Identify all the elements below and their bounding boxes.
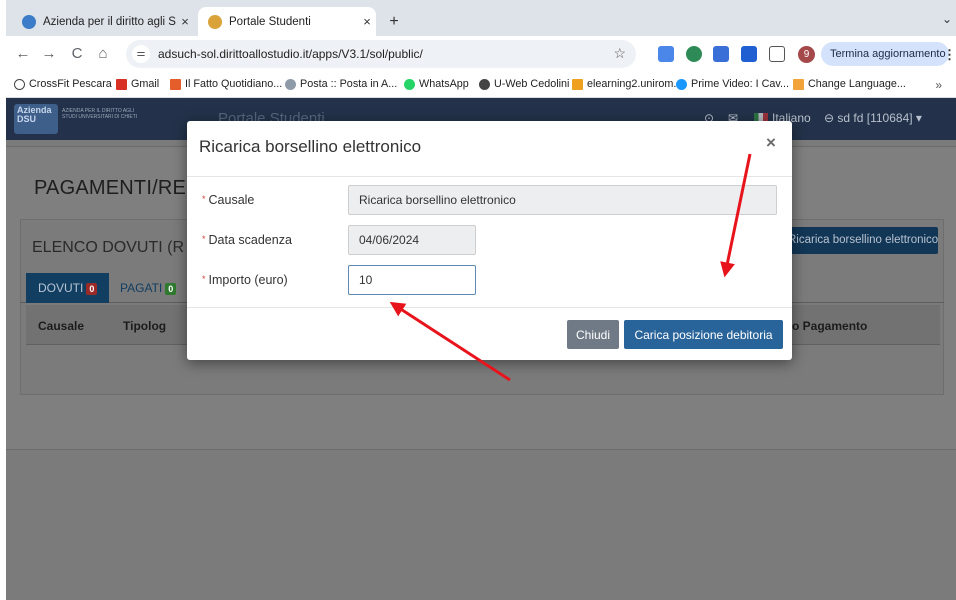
tab-strip: Azienda per il diritto agli Stud × Porta… [6, 0, 956, 36]
tab-close-icon[interactable]: × [358, 14, 376, 29]
recharge-wallet-button[interactable]: Ricarica borsellino elettronico [778, 227, 938, 254]
bookmark-item[interactable]: Posta :: Posta in A... [285, 78, 397, 90]
browser-toolbar: ← → C ⌂ ⚌ adsuch-sol.dirittoallostudio.i… [6, 36, 956, 72]
bookmark-item[interactable]: Change Language... [793, 78, 906, 90]
count-badge: 0 [86, 283, 98, 295]
address-bar[interactable]: ⚌ adsuch-sol.dirittoallostudio.it/apps/V… [126, 40, 636, 68]
logo-caption: AZIENDA PER IL DIRITTO AGLI STUDI UNIVER… [62, 108, 138, 120]
user-icon: ⊖ [824, 111, 835, 125]
bookmark-item[interactable]: Gmail [116, 78, 159, 90]
tab-title: Portale Studenti [229, 15, 311, 28]
required-mark: * [202, 274, 206, 284]
importo-row: * Importo (euro) [187, 265, 792, 297]
new-tab-button[interactable]: + [383, 11, 405, 33]
back-icon[interactable]: ← [14, 45, 32, 63]
bookmark-star-icon[interactable]: ☆ [613, 45, 626, 62]
importo-label: * Importo (euro) [202, 273, 288, 287]
column-header: Tipolog [123, 319, 167, 333]
bookmarks-bar: CrossFit Pescara Gmail Il Fatto Quotidia… [6, 72, 956, 98]
tab-title: Azienda per il diritto agli Stud [43, 15, 176, 28]
count-badge: 0 [165, 283, 177, 295]
page-title: PAGAMENTI/REST [34, 177, 213, 199]
reload-icon[interactable]: C [68, 45, 86, 63]
bookmark-item[interactable]: elearning2.unirom... [572, 78, 682, 90]
bookmark-label: WhatsApp [419, 78, 469, 90]
user-label: sd fd [110684] [837, 111, 913, 125]
bookmark-label: Gmail [131, 78, 160, 90]
data-scadenza-label: * Data scadenza [202, 233, 292, 247]
screen-capture-extension-icon[interactable] [741, 46, 757, 62]
bookmark-label: CrossFit Pescara [29, 78, 112, 90]
user-menu[interactable]: ⊖ sd fd [110684] ▾ [824, 111, 922, 125]
carica-posizione-debitoria-button[interactable]: Carica posizione debitoria [624, 320, 783, 349]
translate-extension-icon[interactable] [658, 46, 674, 62]
update-button[interactable]: Termina aggiornamento [821, 42, 949, 66]
site-info-icon[interactable]: ⚌ [132, 45, 150, 63]
tab-portale-studenti[interactable]: Portale Studenti × [198, 7, 376, 36]
field-label: Data scadenza [208, 233, 292, 247]
modal-header-divider [187, 176, 792, 177]
close-button[interactable]: Chiudi [567, 320, 619, 349]
crossfit-icon [14, 78, 25, 90]
tab-azienda[interactable]: Azienda per il diritto agli Stud × [14, 7, 194, 36]
data-scadenza-row: * Data scadenza [187, 225, 792, 257]
data-scadenza-field[interactable] [348, 225, 476, 255]
elearning-icon [572, 78, 583, 90]
field-label: Importo (euro) [208, 273, 288, 287]
browser-window: Azienda per il diritto agli Stud × Porta… [6, 0, 956, 600]
azienda-logo[interactable]: Azienda DSU [14, 104, 58, 134]
gmail-icon [116, 78, 127, 90]
column-header: Causale [38, 319, 85, 333]
azienda-favicon-icon [22, 14, 36, 29]
recharge-modal: Ricarica borsellino elettronico × * Causa… [187, 121, 792, 360]
tab-dovuti[interactable]: DOVUTI 0 [26, 273, 110, 303]
browser-menu-icon[interactable]: ⋮ [943, 47, 956, 63]
forward-icon[interactable]: → [40, 45, 58, 63]
required-mark: * [202, 234, 206, 244]
amazon-icon [793, 78, 804, 90]
importo-field[interactable] [348, 265, 476, 295]
column-header: o Pagamento [792, 319, 868, 333]
fatto-quotidiano-icon [170, 78, 181, 90]
grammarly-extension-icon[interactable] [686, 46, 702, 62]
causale-row: * Causale [187, 185, 792, 217]
prime-video-icon [676, 78, 687, 90]
tab-close-icon[interactable]: × [176, 14, 194, 29]
modal-footer-divider [187, 307, 792, 308]
profile-avatar[interactable]: 9 [798, 46, 815, 63]
u-web-icon [479, 78, 490, 90]
url-text[interactable]: adsuch-sol.dirittoallostudio.it/apps/V3.… [158, 47, 423, 61]
bookmark-item[interactable]: Il Fatto Quotidiano... [170, 78, 282, 90]
home-icon[interactable]: ⌂ [94, 45, 112, 63]
portale-favicon-icon [208, 14, 222, 29]
bookmark-item[interactable]: WhatsApp [404, 78, 469, 90]
tab-label: PAGATI [120, 281, 163, 295]
bookmark-item[interactable]: Prime Video: I Cav... [676, 78, 789, 90]
tab-label: DOVUTI [38, 281, 84, 295]
bookmark-item[interactable]: U-Web Cedolini [479, 78, 569, 90]
bookmark-label: U-Web Cedolini [494, 78, 570, 90]
bookmarks-overflow-icon[interactable]: » [935, 78, 942, 92]
modal-close-icon[interactable]: × [766, 134, 776, 151]
bookmark-item[interactable]: CrossFit Pescara [14, 78, 112, 90]
required-mark: * [202, 194, 206, 204]
bookmark-label: Il Fatto Quotidiano... [185, 78, 283, 90]
whatsapp-icon [404, 78, 415, 90]
section-title: ELENCO DOVUTI (R [32, 239, 185, 256]
bookmark-label: elearning2.unirom... [587, 78, 683, 90]
bookmark-label: Change Language... [808, 78, 906, 90]
bookmark-label: Prime Video: I Cav... [691, 78, 790, 90]
posta-icon [285, 78, 296, 90]
tab-search-icon[interactable]: ⌄ [942, 12, 952, 26]
extensions-puzzle-icon[interactable] [769, 46, 785, 62]
causale-label: * Causale [202, 193, 254, 207]
causale-field[interactable] [348, 185, 777, 215]
bookmark-label: Posta :: Posta in A... [300, 78, 398, 90]
tab-pagati[interactable]: PAGATI 0 [108, 273, 188, 303]
modal-title: Ricarica borsellino elettronico [199, 137, 422, 156]
field-label: Causale [208, 193, 255, 207]
screenshot-extension-icon[interactable] [713, 46, 729, 62]
